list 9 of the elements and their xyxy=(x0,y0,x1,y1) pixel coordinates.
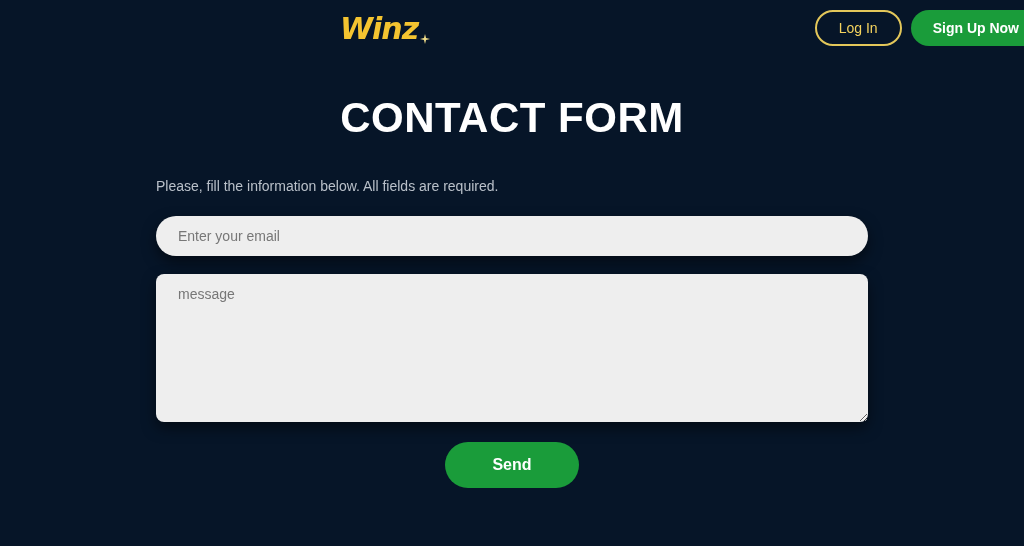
sparkle-icon xyxy=(420,33,431,44)
login-button[interactable]: Log In xyxy=(814,10,902,46)
send-button[interactable]: Send xyxy=(445,442,579,488)
logo[interactable]: Winz xyxy=(340,10,419,46)
sign-up-button[interactable]: Sign Up Now xyxy=(910,10,1024,46)
message-field[interactable]: message xyxy=(156,274,868,422)
form-instructions: Please, fill the information below. All fields are required. xyxy=(156,178,500,194)
page-title: CONTACT FORM xyxy=(339,94,685,142)
email-field[interactable]: Enter your email xyxy=(156,216,868,256)
